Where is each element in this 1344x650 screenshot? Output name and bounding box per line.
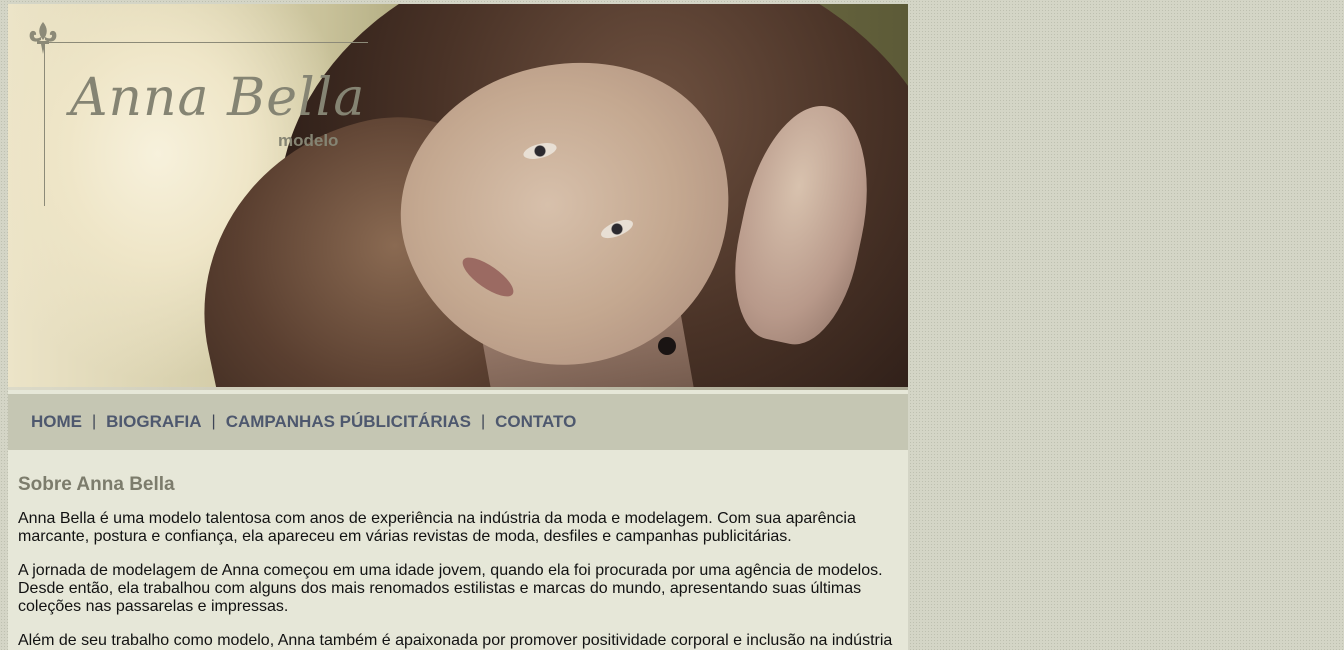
brand-subtitle: modelo (278, 131, 339, 150)
paragraph: Anna Bella é uma modelo talentosa com an… (18, 510, 856, 545)
nav-link-contato[interactable]: CONTATO (495, 412, 576, 432)
paragraph: A jornada de modelagem de Anna começou e… (18, 562, 883, 615)
paragraph: Além de seu trabalho como modelo, Anna t… (18, 632, 893, 649)
logo-frame-line (44, 44, 45, 206)
nav-link-campanhas[interactable]: CAMPANHAS PÚBLICITÁRIAS (226, 412, 471, 432)
header-banner: Anna Bella modelo (8, 4, 908, 390)
fleur-de-lis-icon (29, 22, 57, 54)
nav-separator: | (211, 413, 216, 430)
nav-separator: | (92, 413, 97, 430)
main-content: Sobre Anna Bella Anna Bella é uma modelo… (18, 450, 896, 650)
nav-separator: | (480, 413, 486, 430)
page-container: Anna Bella modelo HOME | BIOGRAFIA | CAM… (8, 4, 908, 650)
brand-name: Anna Bella (70, 68, 366, 128)
main-navigation: HOME | BIOGRAFIA | CAMPANHAS PÚBLICITÁRI… (8, 394, 908, 450)
banner-divider (8, 387, 908, 390)
logo-frame-line (46, 42, 368, 43)
section-heading: Sobre Anna Bella (18, 474, 175, 495)
nav-link-biografia[interactable]: BIOGRAFIA (106, 412, 201, 432)
nav-link-home[interactable]: HOME (31, 412, 82, 432)
